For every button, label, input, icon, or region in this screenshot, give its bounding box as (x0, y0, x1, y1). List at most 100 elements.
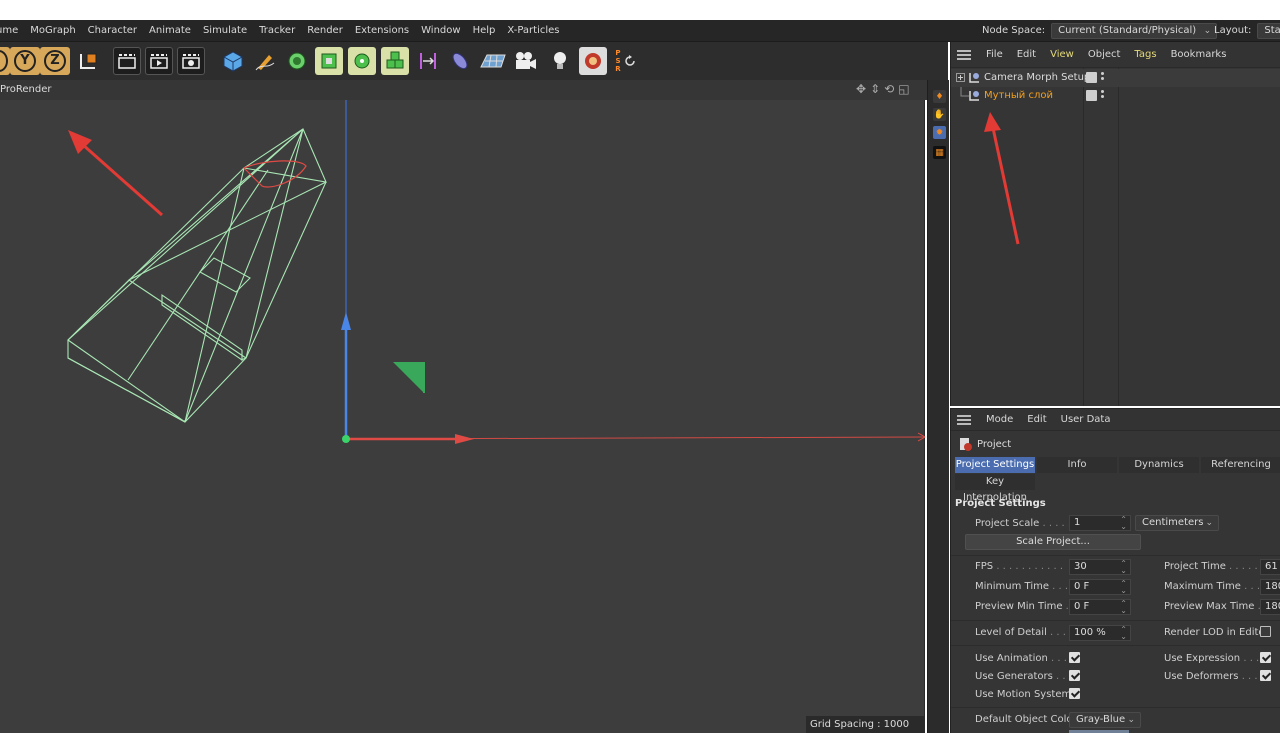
scale-unit-dropdown[interactable]: Centimeters ⌄ (1135, 515, 1219, 531)
axis-y-button[interactable]: Y (10, 47, 40, 75)
axis-x-button[interactable] (0, 47, 10, 75)
light-button[interactable] (546, 47, 574, 75)
om-menu-file[interactable]: File (979, 49, 1010, 60)
menu-character[interactable]: Character (82, 21, 143, 41)
menu-xparticles[interactable]: X-Particles (501, 21, 565, 41)
edit-tag-icon[interactable] (1086, 90, 1097, 101)
visibility-dots-icon[interactable] (1101, 89, 1105, 100)
zoom-view-icon[interactable]: ⇕ (870, 82, 880, 96)
field-button[interactable] (446, 47, 474, 75)
tab-dynamics[interactable]: Dynamics (1119, 457, 1199, 473)
use-expression-checkbox[interactable] (1260, 652, 1271, 663)
om-menu-object[interactable]: Object (1081, 49, 1128, 60)
stepper-icon[interactable]: ⌃ ⌄ (1120, 600, 1127, 615)
clapboard-small-icon[interactable]: ▦ (933, 146, 946, 159)
object-name[interactable]: Camera Morph Setup (984, 72, 1090, 83)
tab-project-settings[interactable]: Project Settings (955, 457, 1035, 473)
fps-input[interactable]: 30 ⌃ ⌄ (1069, 559, 1131, 575)
stepper-icon[interactable]: ⌃ ⌄ (1120, 516, 1127, 531)
project-time-label: Project Time . . . . . (1164, 561, 1258, 572)
project-scale-input[interactable]: 1 ⌃ ⌄ (1069, 515, 1131, 531)
render-settings-button[interactable] (177, 47, 205, 75)
preview-max-time-label: Preview Max Time . (1164, 601, 1261, 612)
coordinate-system-button[interactable] (74, 47, 102, 75)
gear-icon[interactable]: ✹ (933, 126, 946, 139)
camera-wireframe[interactable] (67, 128, 327, 423)
om-menu-bookmarks[interactable]: Bookmarks (1164, 49, 1234, 60)
am-menu-mode[interactable]: Mode (979, 414, 1020, 425)
render-picture-viewer-button[interactable] (145, 47, 173, 75)
om-menu-edit[interactable]: Edit (1010, 49, 1043, 60)
axis-y-icon: Y (14, 50, 36, 72)
gizmo-origin-icon[interactable] (342, 435, 350, 443)
edit-tag-icon[interactable] (1086, 72, 1097, 83)
material-button[interactable] (579, 47, 607, 75)
mograph-cubes-button[interactable] (381, 47, 409, 75)
tab-referencing[interactable]: Referencing (1201, 457, 1280, 473)
hamburger-icon[interactable] (957, 413, 971, 427)
preview-min-time-input[interactable]: 0 F ⌃ ⌄ (1069, 599, 1131, 615)
cloner-button[interactable] (348, 47, 376, 75)
object-name[interactable]: Мутный слой (984, 90, 1053, 101)
pen-spline-button[interactable] (251, 47, 279, 75)
menu-extensions[interactable]: Extensions (349, 21, 415, 41)
menu-mograph[interactable]: MoGraph (24, 21, 81, 41)
object-row[interactable]: Camera Morph Setup (951, 69, 1280, 87)
menu-window[interactable]: Window (415, 21, 466, 41)
layout-dropdown[interactable]: Startu (1257, 23, 1280, 39)
reset-psr-button[interactable] (620, 47, 640, 75)
level-of-detail-input[interactable]: 100 % ⌃ ⌄ (1069, 625, 1131, 641)
om-menu-view[interactable]: View (1043, 49, 1081, 60)
gizmo-x-arrow-icon[interactable] (455, 434, 474, 444)
subdivision-button[interactable] (283, 47, 311, 75)
hamburger-icon[interactable] (957, 48, 971, 62)
toggle-layout-icon[interactable]: ◱ (898, 82, 909, 96)
use-motion-system-checkbox[interactable] (1069, 688, 1080, 699)
menu-animate[interactable]: Animate (143, 21, 197, 41)
minimum-time-input[interactable]: 0 F ⌃ ⌄ (1069, 579, 1131, 595)
tab-info[interactable]: Info (1037, 457, 1117, 473)
menu-volume[interactable]: ume (0, 21, 24, 41)
use-generators-checkbox[interactable] (1069, 670, 1080, 681)
annotation-arrow-line (81, 142, 163, 217)
stepper-icon[interactable]: ⌃ ⌄ (1120, 580, 1127, 595)
maximum-time-input[interactable]: 180 (1260, 579, 1280, 595)
am-menu-user-data[interactable]: User Data (1054, 414, 1118, 425)
render-lod-checkbox[interactable] (1260, 626, 1271, 637)
extrude-button[interactable] (315, 47, 343, 75)
menu-render[interactable]: Render (301, 21, 349, 41)
tab-key-interpolation[interactable]: Key Interpolation (955, 474, 1035, 503)
preview-max-time-input[interactable]: 180 (1260, 599, 1280, 615)
cube-button[interactable] (219, 47, 247, 75)
stepper-icon[interactable]: ⌃ ⌄ (1120, 626, 1127, 641)
floor-button[interactable] (479, 47, 507, 75)
render-view-button[interactable] (113, 47, 141, 75)
node-space-value: Current (Standard/Physical) (1058, 25, 1197, 36)
move-view-icon[interactable]: ✥ (856, 82, 866, 96)
deformer-button[interactable] (414, 47, 442, 75)
menu-help[interactable]: Help (467, 21, 502, 41)
rotate-view-icon[interactable]: ⟲ (884, 82, 894, 96)
scale-project-button[interactable]: Scale Project... (965, 534, 1141, 550)
use-deformers-checkbox[interactable] (1260, 670, 1271, 681)
visibility-dots-icon[interactable] (1101, 71, 1105, 82)
object-row[interactable]: Мутный слой (951, 87, 1280, 105)
menu-tracker[interactable]: Tracker (253, 21, 301, 41)
stepper-icon[interactable]: ⌃ ⌄ (1120, 560, 1127, 575)
camera-button[interactable] (511, 47, 539, 75)
expand-icon[interactable] (956, 73, 966, 83)
om-menu-tags[interactable]: Tags (1127, 49, 1163, 60)
gizmo-y-arrow-icon[interactable] (341, 312, 351, 330)
project-time-input[interactable]: 61 F (1260, 559, 1280, 575)
axis-z-button[interactable]: Z (40, 47, 70, 75)
object-manager-menu: File Edit View Object Tags Bookmarks (951, 42, 1280, 68)
use-animation-checkbox[interactable] (1069, 652, 1080, 663)
menu-simulate[interactable]: Simulate (197, 21, 253, 41)
default-object-color-dropdown[interactable]: Gray-Blue ⌄ (1069, 712, 1141, 728)
hand-icon[interactable]: ✋ (933, 108, 946, 121)
node-space-dropdown[interactable]: Current (Standard/Physical) ⌄ (1051, 23, 1218, 39)
flame-icon[interactable]: ♦ (933, 90, 946, 103)
3d-viewport[interactable] (0, 100, 925, 733)
annotation-arrow-line (991, 127, 1020, 245)
am-menu-edit[interactable]: Edit (1020, 414, 1053, 425)
